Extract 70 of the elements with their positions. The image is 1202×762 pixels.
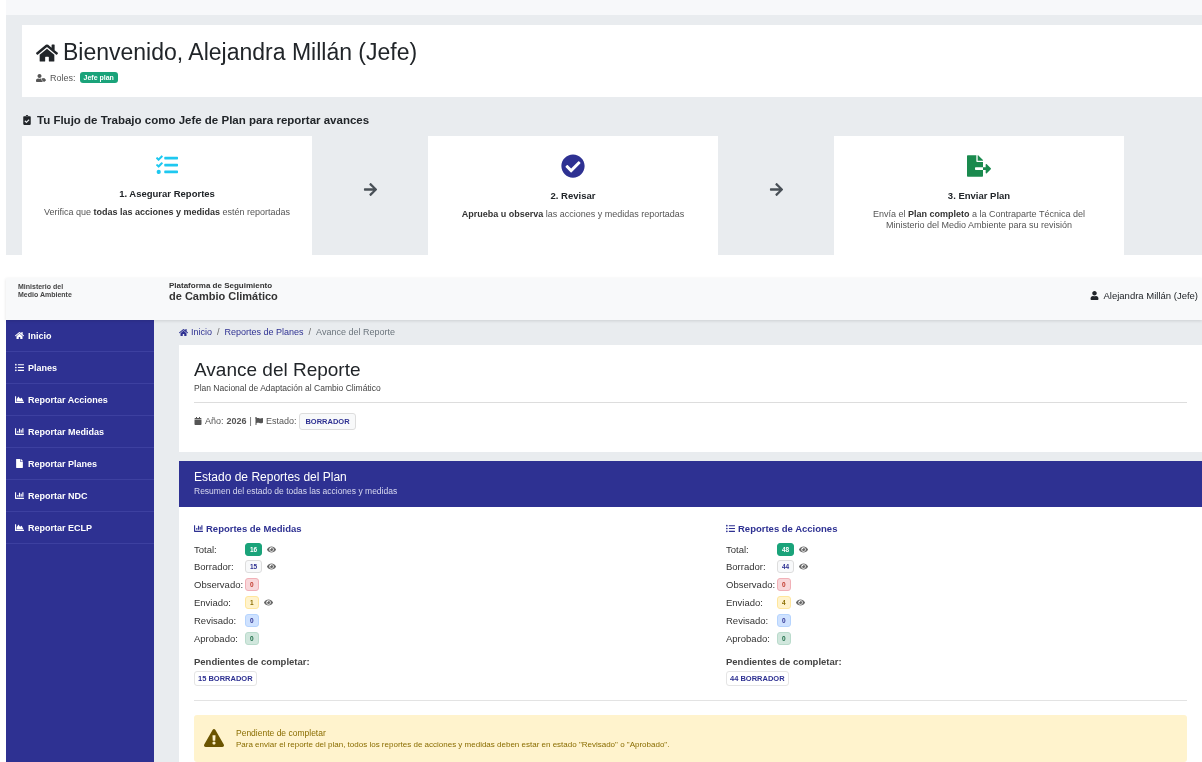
- clipboard-check-icon: [22, 114, 32, 125]
- arrow-right-icon: [768, 181, 784, 197]
- breadcrumb-link[interactable]: Inicio: [179, 327, 212, 338]
- stat-label: Aprobado:: [726, 632, 771, 644]
- eye-icon[interactable]: [267, 544, 277, 554]
- user-tag-icon: [36, 72, 46, 83]
- breadcrumb-link[interactable]: Reportes de Planes: [224, 327, 304, 338]
- step-description: Aprueba u observa las acciones y medidas reportadas: [461, 208, 685, 221]
- stat-label: Observado:: [726, 579, 777, 591]
- step-title: 2. Revisar: [550, 189, 596, 201]
- list-icon: [726, 524, 735, 534]
- report-subtitle: Plan Nacional de Adaptación al Cambio Climático: [194, 382, 1187, 403]
- alert-message: Para enviar el reporte del plan, todos los reportes de acciones y medidas deben estar en estado "Revisado" o "Aprobado".: [236, 740, 670, 749]
- welcome-title: Bienvenido, Alejandra Millán (Jefe): [63, 39, 418, 66]
- year-label: Año:: [205, 416, 224, 427]
- pending-label: Pendientes de completar:: [726, 656, 843, 667]
- stat-label: Total:: [194, 543, 218, 555]
- summary-title: Estado de Reportes del Plan: [194, 470, 348, 485]
- meta-separator: |: [249, 416, 252, 427]
- report-title: Avance del Reporte: [194, 358, 362, 381]
- breadcrumb-separator: /: [217, 327, 220, 338]
- user-icon: [1090, 291, 1100, 300]
- breadcrumb-current-page: Avance del Reporte: [316, 327, 395, 338]
- step-title: 1. Asegurar Reportes: [119, 187, 215, 199]
- step-description: Verifica que todas las acciones y medidas estén reportadas: [43, 206, 291, 219]
- user-name[interactable]: Alejandra Millán (Jefe): [1103, 290, 1198, 301]
- stat-label: Observado:: [194, 579, 245, 591]
- stat-label: Aprobado:: [194, 632, 239, 644]
- summary-subtitle: Resumen del estado de todas las acciones y medidas: [194, 486, 399, 497]
- arrow-right-icon: [362, 181, 378, 197]
- file-export-icon: [967, 153, 991, 178]
- eye-icon[interactable]: [267, 562, 277, 572]
- bar-chart-icon: [15, 427, 24, 436]
- eye-icon[interactable]: [263, 598, 273, 607]
- flag-icon: [254, 417, 263, 426]
- step-description: Envía el Plan completo a la Contraparte Técnica del Ministerio del Medio Ambiente para su revisión: [872, 208, 1086, 232]
- stat-label: Total:: [726, 543, 750, 555]
- eye-icon[interactable]: [799, 562, 809, 572]
- breadcrumb-separator: /: [308, 327, 312, 338]
- year-value: 2026: [226, 416, 247, 427]
- workflow-heading: Tu Flujo de Trabajo como Jefe de Plan para reportar avances: [37, 113, 370, 126]
- stat-label: Revisado:: [194, 614, 238, 626]
- chart-icon: [15, 395, 24, 404]
- bar-chart-icon: [194, 524, 203, 534]
- roles-label: Roles:: [50, 72, 76, 83]
- stat-label: Enviado:: [726, 597, 764, 608]
- file-icon: [15, 459, 24, 468]
- platform-title: de Cambio Climático: [169, 290, 278, 302]
- home-icon: [179, 327, 188, 337]
- pending-label: Pendientes de completar:: [194, 656, 311, 667]
- group-title: Reportes de Acciones: [738, 523, 838, 535]
- alert-title: Pendiente de completar: [236, 728, 327, 738]
- status-label: Estado:: [265, 416, 297, 427]
- home-icon: [36, 41, 58, 64]
- home-icon: [15, 331, 24, 340]
- stat-label: Enviado:: [194, 597, 232, 608]
- list-icon: [15, 363, 24, 372]
- stat-label: Revisado:: [726, 614, 770, 626]
- eye-icon[interactable]: [795, 598, 805, 607]
- calendar-icon: [194, 417, 202, 426]
- group-title: Reportes de Medidas: [206, 523, 302, 535]
- eye-icon[interactable]: [799, 544, 809, 554]
- bar-chart-icon: [15, 491, 24, 500]
- checklist-icon: [156, 153, 178, 176]
- stat-label: Borrador:: [726, 561, 767, 573]
- step-title: 3. Enviar Plan: [947, 189, 1011, 201]
- stat-label: Borrador:: [194, 561, 235, 573]
- platform-title: Plataforma de Seguimiento: [169, 281, 274, 290]
- warning-icon: [204, 728, 224, 749]
- chart-icon: [15, 523, 24, 532]
